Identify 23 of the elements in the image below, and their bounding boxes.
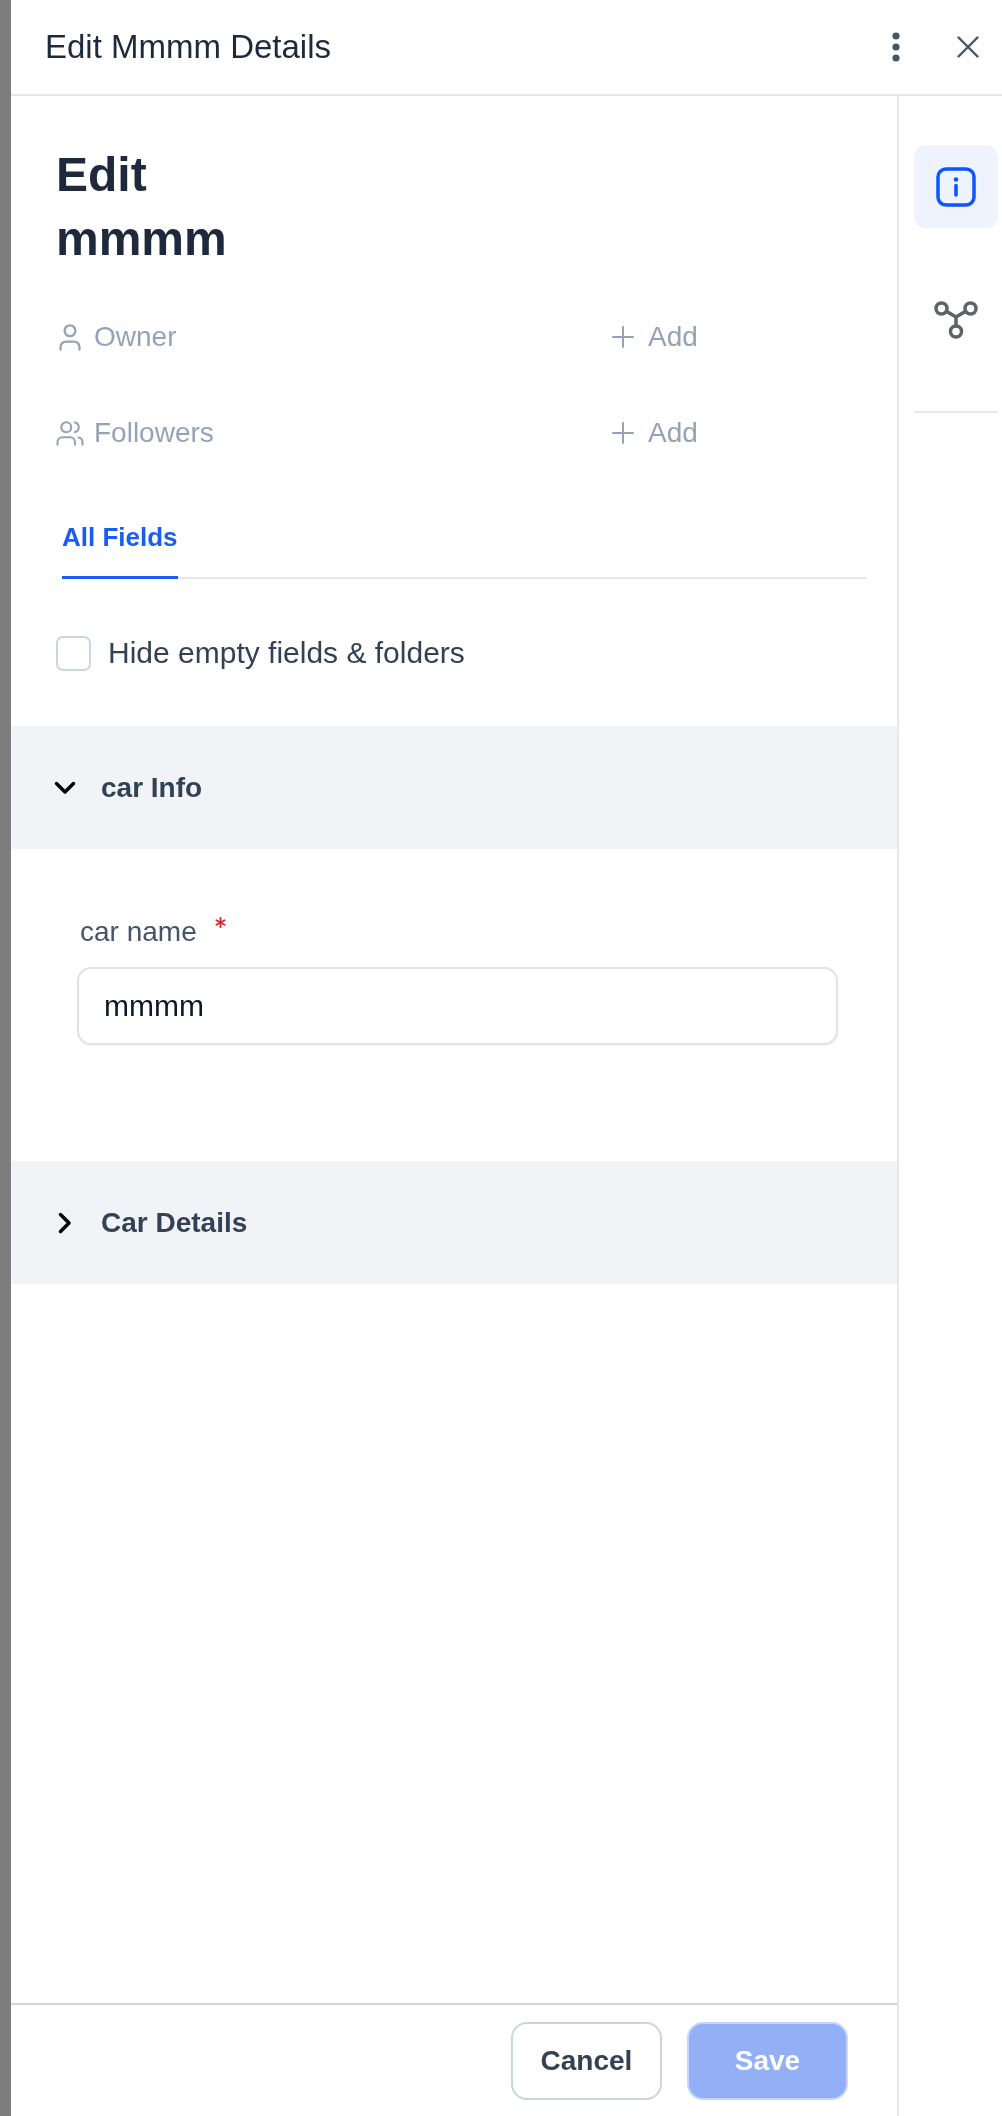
checkbox[interactable] (56, 635, 91, 671)
people-label: Owner (94, 320, 177, 354)
checkbox-label: Hide empty fields & folders (108, 635, 465, 671)
more-icon (891, 32, 901, 62)
field-label: car name (80, 915, 197, 949)
window-title: Edit Mmmm Details (45, 27, 332, 67)
plus-icon (612, 422, 634, 444)
text-field[interactable]: mmmm (77, 967, 838, 1045)
section-header[interactable]: Car Details (11, 1161, 897, 1284)
record-heading: Edit mmmm (56, 147, 228, 267)
tab[interactable]: All Fields (62, 497, 178, 579)
people-icon (56, 420, 84, 446)
person-icon (59, 323, 81, 351)
cancel-button[interactable]: Cancel (511, 2021, 662, 2100)
info-icon (936, 166, 976, 207)
plus-icon (612, 326, 634, 348)
chevron-down-icon (54, 780, 76, 795)
chevron-right-icon (58, 1211, 72, 1234)
nodes-icon (934, 300, 978, 339)
close-icon (957, 36, 979, 58)
info-tab[interactable] (914, 145, 998, 228)
section-header[interactable]: car Info (11, 726, 897, 849)
people-label: Followers (94, 416, 214, 450)
